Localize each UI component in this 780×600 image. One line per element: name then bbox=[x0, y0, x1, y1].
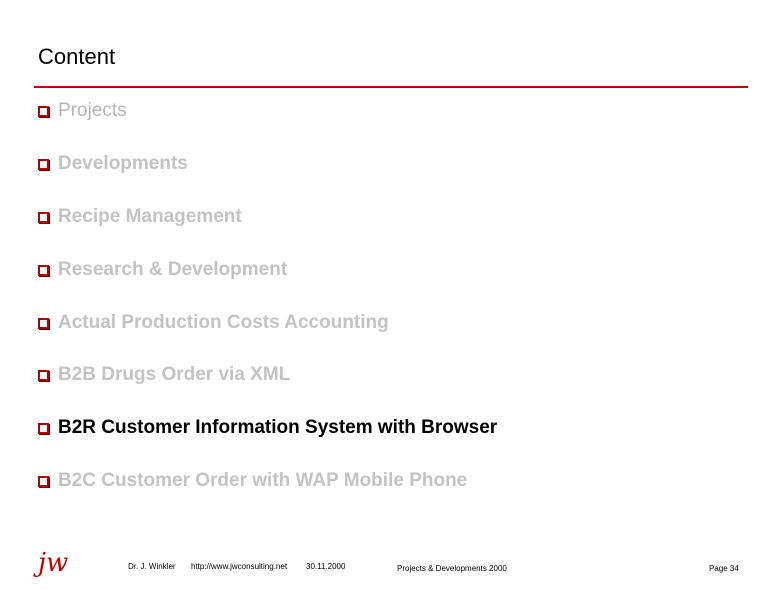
bullet-label: B2C Customer Order with WAP Mobile Phone bbox=[58, 470, 468, 491]
footer-author: Dr. J. Winkler bbox=[128, 562, 176, 571]
bullet-label: Developments bbox=[58, 153, 188, 174]
bullet-item-projects: Projects bbox=[38, 100, 127, 122]
checkbox-square-icon bbox=[38, 105, 49, 117]
bullet-item-b2r-customer-info: B2R Customer Information System with Bro… bbox=[38, 417, 497, 439]
bullet-label: Research & Development bbox=[58, 259, 288, 280]
slide-footer: jw Dr. J. Winkler http://www.jwconsultin… bbox=[0, 548, 780, 588]
checkbox-square-icon bbox=[38, 264, 49, 276]
checkbox-square-icon bbox=[38, 475, 49, 487]
bullet-label: Projects bbox=[58, 100, 127, 121]
bullet-label: Actual Production Costs Accounting bbox=[58, 312, 389, 333]
bullet-label: B2B Drugs Order via XML bbox=[58, 364, 291, 385]
footer-date: 30.11.2000 bbox=[306, 562, 346, 571]
slide: Content Projects Developments Recipe Man… bbox=[0, 0, 780, 600]
checkbox-square-icon bbox=[38, 422, 49, 434]
bullet-item-research-development: Research & Development bbox=[38, 259, 287, 281]
footer-page-number: Page 34 bbox=[709, 564, 739, 573]
checkbox-square-icon bbox=[38, 211, 49, 223]
bullet-item-recipe-management: Recipe Management bbox=[38, 206, 242, 228]
bullet-label: B2R Customer Information System with Bro… bbox=[58, 417, 498, 438]
bullet-label: Recipe Management bbox=[58, 206, 242, 227]
footer-url: http://www.jwconsulting.net bbox=[191, 562, 288, 571]
bullet-item-b2b-drugs-order: B2B Drugs Order via XML bbox=[38, 364, 290, 386]
slide-title: Content bbox=[38, 44, 116, 69]
checkbox-square-icon bbox=[38, 317, 49, 329]
bullet-item-production-costs: Actual Production Costs Accounting bbox=[38, 312, 389, 334]
title-divider bbox=[34, 86, 748, 88]
footer-doc-title: Projects & Developments 2000 bbox=[397, 564, 507, 573]
jw-logo: jw bbox=[38, 548, 69, 578]
bullet-item-b2c-customer-order: B2C Customer Order with WAP Mobile Phone bbox=[38, 470, 467, 492]
checkbox-square-icon bbox=[38, 158, 49, 170]
checkbox-square-icon bbox=[38, 369, 49, 381]
bullet-item-developments: Developments bbox=[38, 153, 188, 175]
